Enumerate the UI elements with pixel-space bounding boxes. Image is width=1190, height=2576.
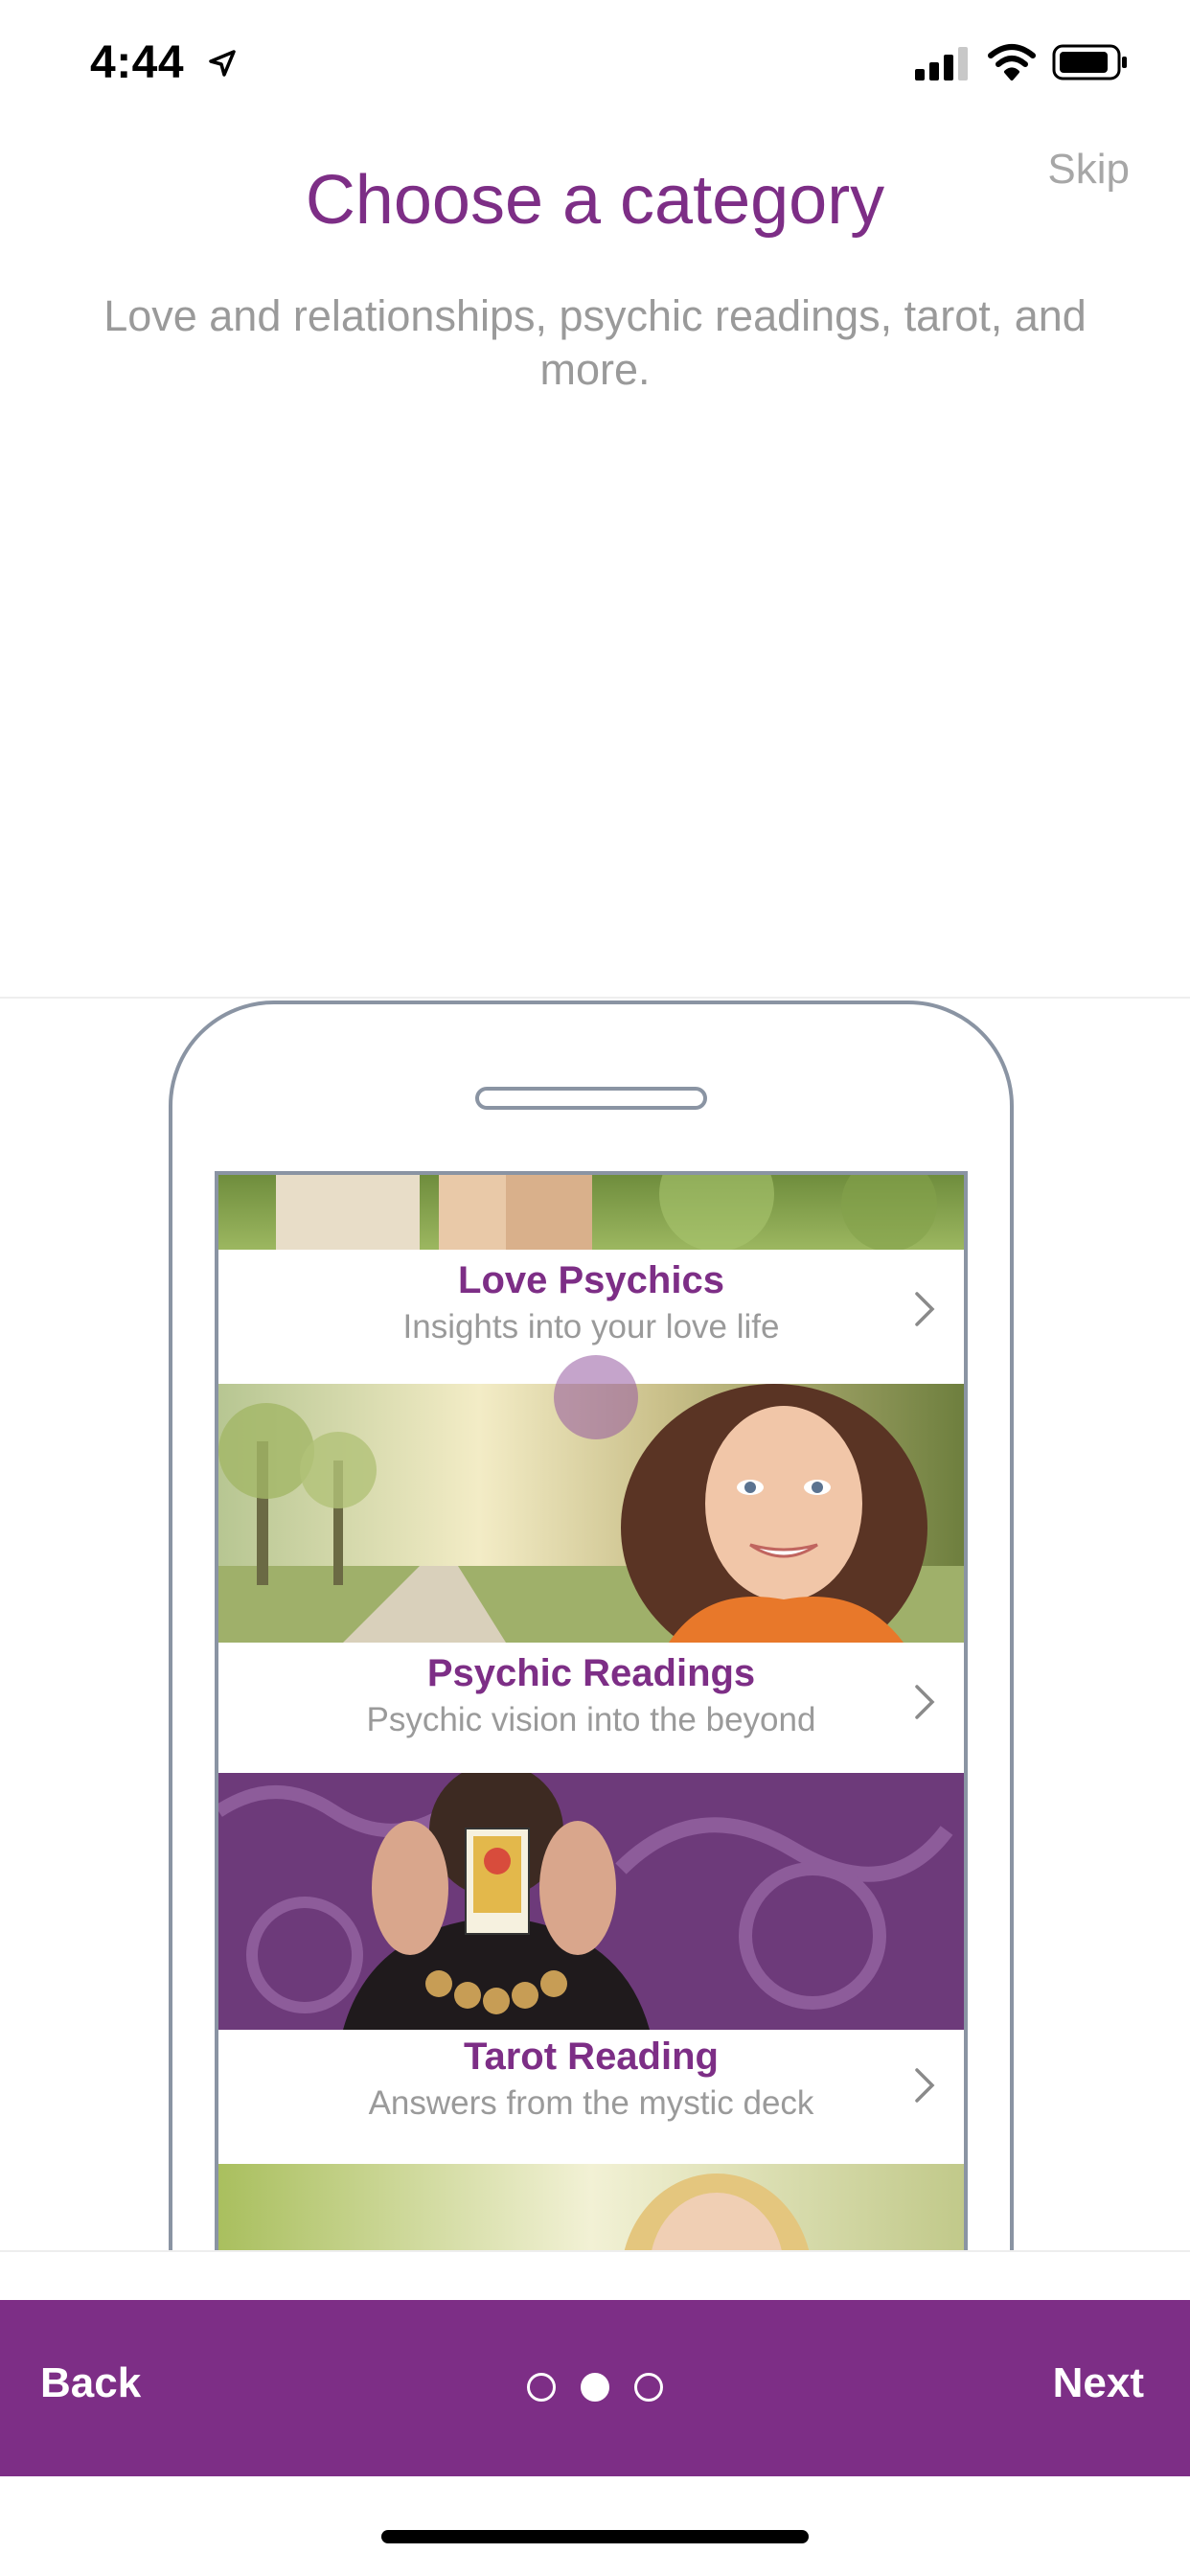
chevron-right-icon: [915, 1685, 935, 1719]
home-indicator: [381, 2530, 809, 2543]
category-subtitle: Psychic vision into the beyond: [366, 1701, 816, 1738]
chevron-right-icon: [915, 2068, 935, 2103]
chevron-right-icon: [915, 1292, 935, 1326]
page-dot-active: [581, 2373, 609, 2402]
page-dot: [634, 2373, 663, 2402]
phone-illustration: Love Psychics Insights into your love li…: [0, 997, 1190, 2252]
status-bar: 4:44: [0, 0, 1190, 126]
cellular-signal-icon: [915, 47, 968, 80]
category-title: Psychic Readings: [426, 1652, 756, 1694]
love-psychics-image: [218, 1175, 964, 1250]
category-title: Tarot Reading: [464, 2036, 719, 2078]
page-dot: [527, 2373, 556, 2402]
back-button[interactable]: Back: [40, 2359, 141, 2407]
next-button[interactable]: Next: [1053, 2359, 1144, 2407]
category-title: Love Psychics: [458, 1259, 724, 1301]
onboarding-screen: 4:44 Skip Choose a category Love and rel…: [0, 0, 1190, 2576]
page-title: Choose a category: [305, 162, 885, 239]
battery-icon: [1052, 44, 1127, 80]
category-subtitle: Answers from the mystic deck: [368, 2084, 814, 2122]
phone-screen: Love Psychics Insights into your love li…: [215, 1171, 968, 2250]
status-time: 4:44: [90, 37, 185, 88]
page-subtitle: Love and relationships, psychic readings…: [103, 291, 1087, 394]
wifi-icon: [988, 44, 1036, 80]
category-psychic-readings[interactable]: Psychic Readings Psychic vision into the…: [218, 1643, 964, 1773]
onboarding-nav-bar: Back Next: [0, 2300, 1190, 2476]
location-arrow-icon: [209, 50, 236, 77]
tap-indicator: [554, 1355, 638, 1439]
phone-speaker: [475, 1087, 707, 1110]
page-indicator: [527, 2371, 667, 2404]
tarot-reading-image: [218, 1773, 964, 2030]
next-category-image: [218, 2164, 964, 2250]
category-subtitle: Insights into your love life: [402, 1308, 780, 1346]
category-tarot-reading[interactable]: Tarot Reading Answers from the mystic de…: [218, 2030, 964, 2162]
